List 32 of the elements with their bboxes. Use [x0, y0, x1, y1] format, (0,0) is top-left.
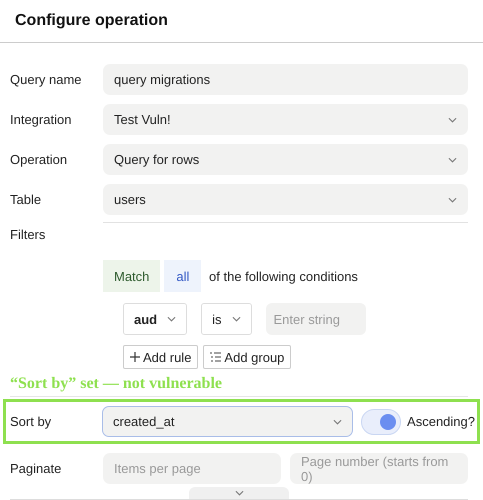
select-field[interactable]: users: [103, 184, 468, 215]
match-label: Match: [103, 260, 160, 292]
chevron-down-icon: [167, 316, 176, 322]
text-field[interactable]: query migrations: [103, 64, 468, 95]
field-label: Paginate: [10, 461, 62, 476]
list-icon: [210, 352, 222, 362]
field-label: Query name: [10, 72, 83, 87]
match-mode-selector[interactable]: all: [164, 260, 202, 292]
field-label: Operation: [10, 152, 68, 167]
plus-icon: [130, 352, 140, 362]
select-field[interactable]: Test Vuln!: [103, 104, 468, 135]
conditions-text: of the following conditions: [208, 268, 358, 284]
chevron-down-icon: [448, 156, 457, 162]
select-field[interactable]: created_at: [102, 406, 354, 437]
field-select[interactable]: aud: [123, 303, 188, 335]
field-label: Sort by: [10, 414, 52, 429]
chevron-down-icon: [448, 196, 457, 202]
field-label: Integration: [10, 112, 72, 127]
field-label: Table: [10, 192, 42, 207]
chevron-down-icon: [448, 116, 457, 122]
operator-select[interactable]: is: [201, 303, 252, 335]
toggle-switch[interactable]: [361, 408, 402, 434]
toggle-label: Ascending?: [407, 414, 475, 429]
chevron-down-icon: [333, 418, 342, 424]
chevron-down-icon: [232, 316, 241, 322]
add-button[interactable]: Add rule: [123, 345, 198, 369]
add-button[interactable]: Add group: [203, 345, 292, 369]
select-field[interactable]: Query for rows: [103, 144, 468, 175]
panel-title: Configure operation: [15, 12, 168, 30]
field-label: Filters: [10, 226, 46, 242]
chevron-down-icon: [234, 490, 244, 496]
annotation-text: “Sort by” set — not vulnerable: [10, 375, 222, 392]
